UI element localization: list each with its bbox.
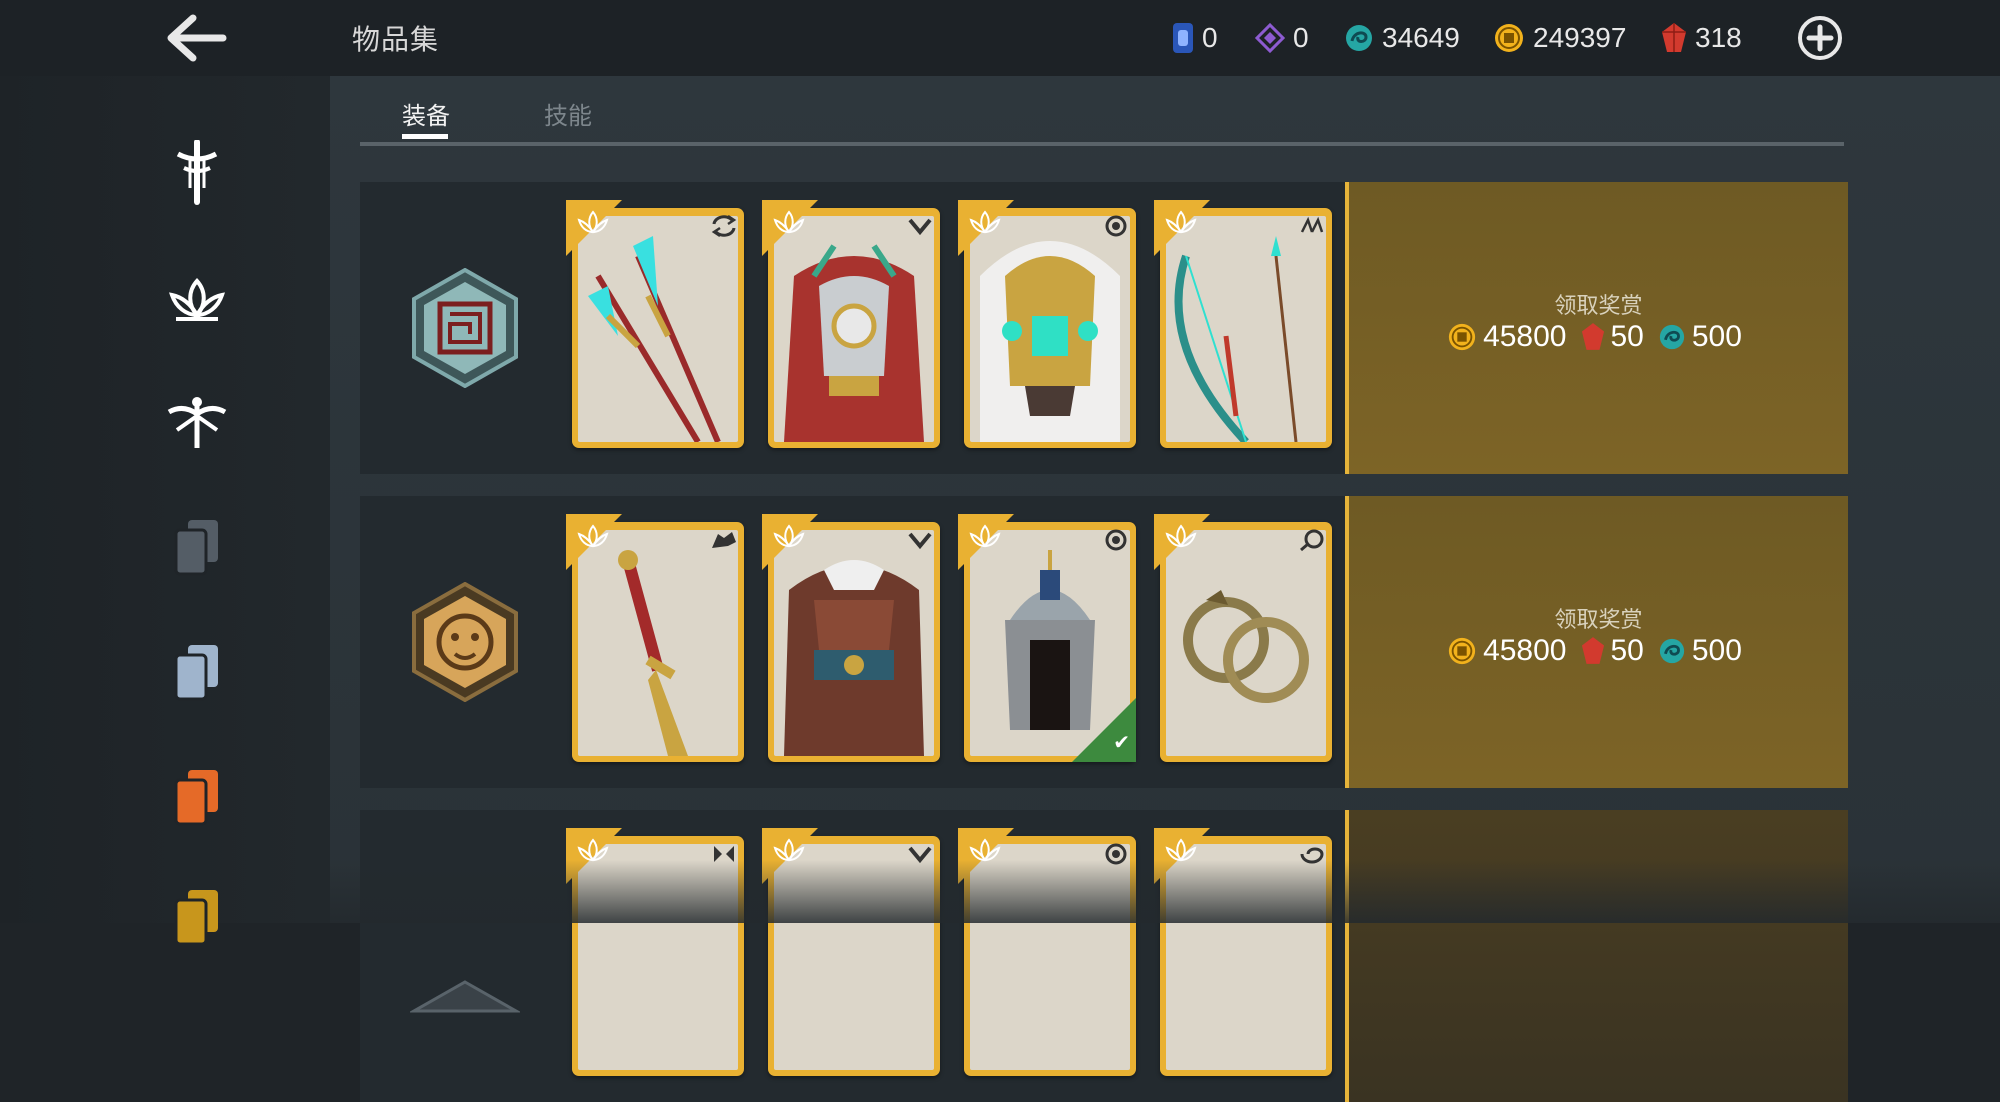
reward-steel: 500 [1691, 320, 1742, 353]
lotus-icon [1164, 210, 1198, 234]
page-title: 物品集 [352, 23, 440, 56]
item-card[interactable] [1154, 200, 1332, 448]
reward-title: 领取奖赏 [1554, 294, 1643, 319]
teal-swirl-icon [1659, 324, 1685, 350]
teal-swirl-icon [1659, 638, 1685, 664]
item-card[interactable] [762, 514, 940, 762]
target-icon [1102, 528, 1130, 552]
lotus-icon [1164, 524, 1198, 548]
currency-value: 0 [1202, 22, 1218, 53]
cards-icon[interactable] [160, 510, 234, 584]
lotus-icon [576, 838, 610, 862]
sword-emblem-icon[interactable] [160, 136, 234, 210]
reward-values: 45800 50 500 [1349, 634, 1848, 668]
lotus-icon [968, 524, 1002, 548]
arrows-icon [1298, 214, 1326, 238]
lotus-icon [772, 838, 806, 862]
check-icon: ✔ [1113, 730, 1130, 754]
target-icon [1102, 214, 1130, 238]
set-row: ✔ 领取奖赏 45800 50 500 [360, 496, 1848, 788]
gold-coin-icon [1448, 323, 1476, 351]
item-card[interactable] [1154, 514, 1332, 762]
cards-icon[interactable] [160, 880, 234, 954]
item-card[interactable] [958, 200, 1136, 448]
claim-reward-panel[interactable]: 领取奖赏 45800 50 500 [1345, 496, 1848, 788]
currency-value: 0 [1293, 22, 1309, 53]
currency-purple-diamond[interactable]: 0 [1255, 18, 1309, 58]
currency-value: 318 [1695, 22, 1742, 53]
lotus-icon [772, 524, 806, 548]
reward-gems: 50 [1610, 634, 1644, 667]
reward-steel: 500 [1691, 634, 1742, 667]
item-card[interactable] [566, 514, 744, 762]
currency-red-gem[interactable]: 318 [1661, 18, 1742, 58]
set-row: 领取奖赏 45800 50 500 [360, 182, 1848, 474]
reward-title: 领取奖赏 [1554, 608, 1643, 633]
red-gem-icon [1581, 637, 1604, 664]
reward-gold: 45800 [1483, 320, 1567, 353]
currency-value: 249397 [1533, 22, 1627, 53]
tab-equipment[interactable]: 装备 [402, 96, 450, 131]
red-gem-icon [1581, 323, 1604, 350]
gold-coin-icon [1495, 24, 1523, 52]
currency-teal-swirl[interactable]: 34649 [1344, 18, 1460, 58]
back-arrow-icon[interactable] [165, 12, 229, 64]
cards-icon[interactable] [160, 760, 234, 834]
item-card[interactable] [566, 200, 744, 448]
lotus-icon [772, 210, 806, 234]
blue-card-icon [1173, 23, 1193, 53]
lotus-icon[interactable] [160, 263, 234, 337]
set-row [360, 810, 1848, 1102]
purple-diamond-icon [1255, 23, 1285, 53]
reward-values: 45800 50 500 [1349, 320, 1848, 354]
dragonfly-icon[interactable] [160, 385, 234, 459]
red-gem-icon [1662, 23, 1686, 52]
gold-coin-icon [1448, 637, 1476, 665]
plus-circle-icon[interactable] [1797, 15, 1843, 61]
lotus-icon [1164, 838, 1198, 862]
reward-gold: 45800 [1483, 634, 1567, 667]
currency-gold-coin[interactable]: 249397 [1493, 18, 1626, 58]
wolf-icon [710, 528, 738, 552]
claim-reward-panel[interactable] [1345, 810, 1848, 1102]
currency-blue-card[interactable]: 0 [1172, 18, 1218, 58]
reward-gems: 50 [1610, 320, 1644, 353]
ring-icon [1298, 528, 1326, 552]
chevron-down-icon [906, 528, 934, 552]
swap-icon [710, 214, 738, 238]
lotus-icon [576, 524, 610, 548]
tab-bar: 装备 技能 [360, 86, 1844, 146]
currency-value: 34649 [1382, 22, 1460, 53]
item-card[interactable]: ✔ [958, 514, 1136, 762]
chevron-down-icon [906, 214, 934, 238]
cards-icon[interactable] [160, 635, 234, 709]
scroll-fade [330, 860, 2000, 923]
teal-swirl-icon [1346, 25, 1372, 51]
claim-reward-panel[interactable]: 领取奖赏 45800 50 500 [1345, 182, 1848, 474]
item-card[interactable] [762, 200, 940, 448]
active-tab-underline [402, 134, 448, 139]
lotus-icon [968, 838, 1002, 862]
tab-skills[interactable]: 技能 [544, 96, 592, 131]
lion-emblem-icon [410, 581, 520, 703]
lotus-icon [968, 210, 1002, 234]
maze-emblem-icon [410, 267, 520, 389]
lotus-icon [576, 210, 610, 234]
